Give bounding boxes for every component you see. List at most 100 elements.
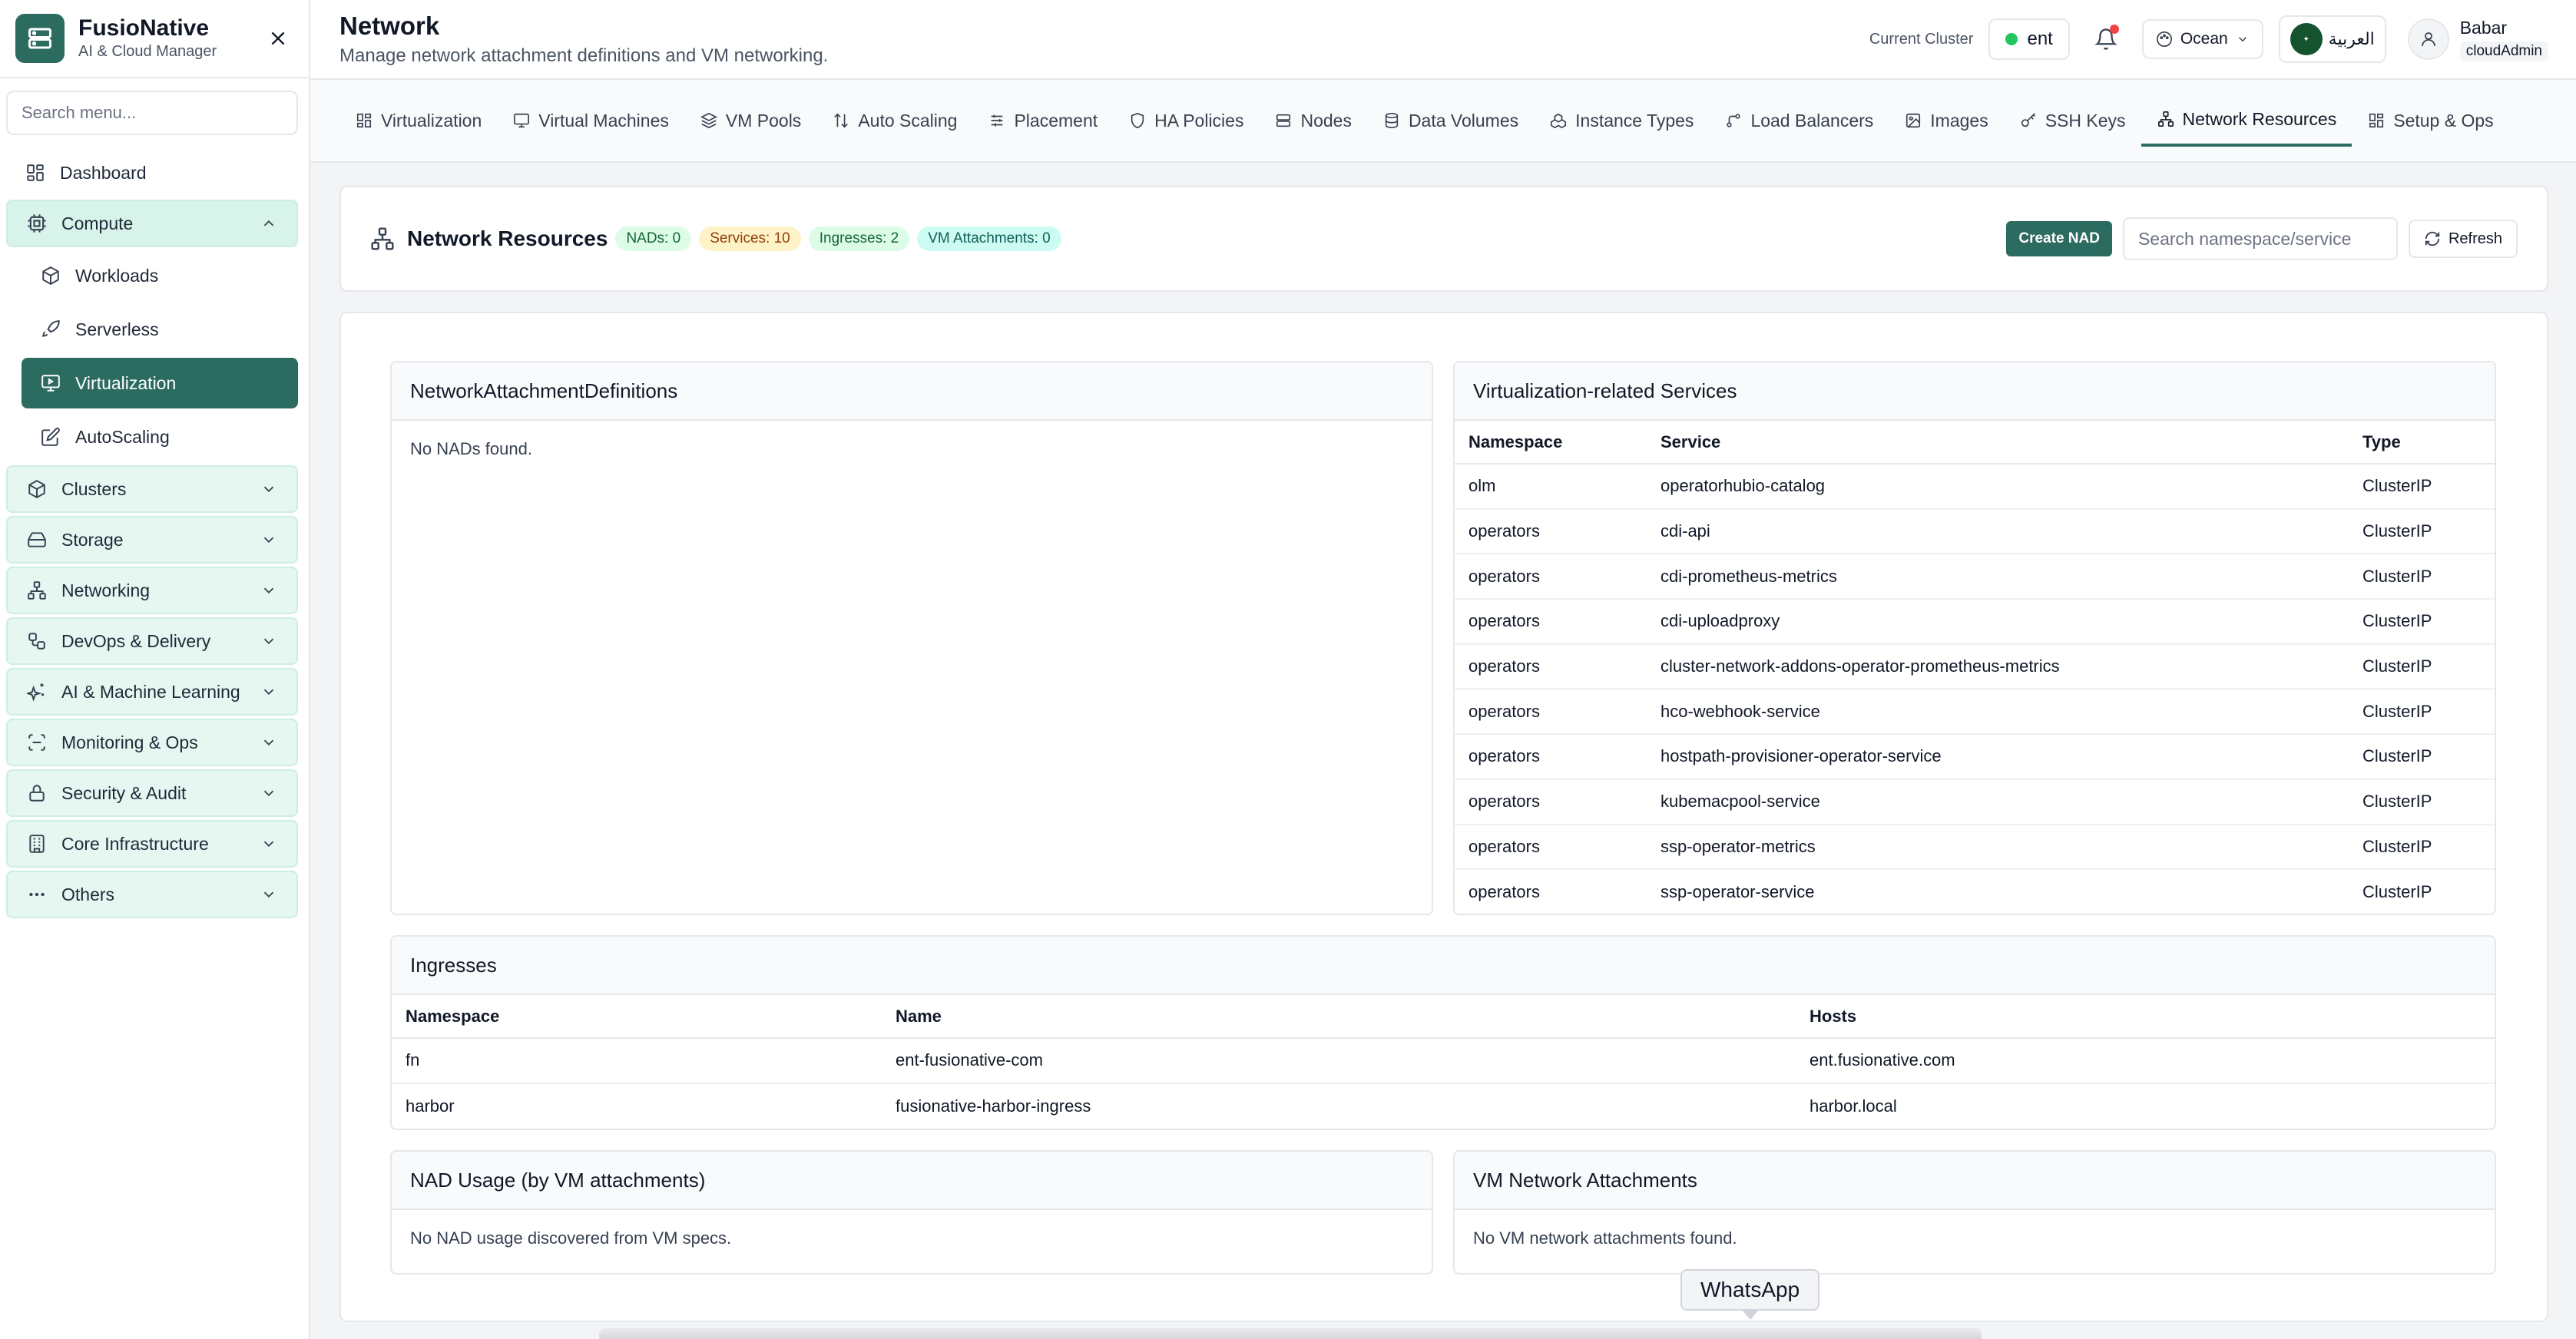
- tab-placement[interactable]: Placement: [972, 94, 1113, 147]
- language-switcher[interactable]: ✦ العربية: [2278, 15, 2386, 63]
- table-cell: fn: [392, 1038, 882, 1084]
- compute-submenu: Workloads Serverless Virtualization Auto…: [6, 250, 298, 462]
- sidebar-group-label: Clusters: [61, 478, 127, 499]
- tab-auto-scaling[interactable]: Auto Scaling: [816, 94, 972, 147]
- sidebar-group-ai-ml[interactable]: AI & Machine Learning: [6, 668, 298, 716]
- page-subtitle: Manage network attachment definitions an…: [339, 45, 829, 66]
- user-name: Babar: [2459, 17, 2508, 38]
- create-nad-button[interactable]: Create NAD: [2006, 221, 2112, 256]
- sidebar-item-serverless[interactable]: Serverless: [22, 304, 298, 355]
- sidebar-group-storage[interactable]: Storage: [6, 516, 298, 564]
- brand-name: FusioNative: [78, 15, 210, 41]
- sidebar-item-label: Dashboard: [60, 162, 147, 183]
- network-icon: [2157, 110, 2175, 128]
- tab-virtualization[interactable]: Virtualization: [339, 94, 497, 147]
- sidebar-item-workloads[interactable]: Workloads: [22, 250, 298, 301]
- tab-label: Setup & Ops: [2393, 110, 2494, 131]
- nad-usage-card: NAD Usage (by VM attachments) No NAD usa…: [390, 1150, 1433, 1275]
- search-menu-input[interactable]: [22, 103, 283, 123]
- table-row: operators hostpath-provisioner-operator-s…: [1455, 734, 2495, 780]
- network-icon: [370, 226, 395, 251]
- table-header-row: Namespace Service Type: [1455, 421, 2495, 465]
- table-cell: operators: [1468, 882, 1540, 902]
- layers-icon: [700, 111, 718, 130]
- grid-icon: [2367, 111, 2386, 130]
- sidebar-group-monitoring[interactable]: Monitoring & Ops: [6, 719, 298, 766]
- dock-edge: [599, 1328, 1982, 1339]
- sidebar-item-autoscaling[interactable]: AutoScaling: [22, 412, 298, 462]
- table-cell: hco-webhook-service: [1647, 689, 2349, 736]
- status-dot-icon: [2005, 33, 2018, 45]
- sidebar-group-security[interactable]: Security & Audit: [6, 769, 298, 817]
- close-icon[interactable]: [263, 23, 293, 54]
- tab-images[interactable]: Images: [1889, 94, 2003, 147]
- tab-instance-types[interactable]: Instance Types: [1534, 94, 1709, 147]
- sidebar-group-label: Others: [61, 884, 115, 904]
- tab-virtual-machines[interactable]: Virtual Machines: [497, 94, 684, 147]
- sidebar-group-label: Core Infrastructure: [61, 833, 209, 854]
- cluster-name: ent: [2027, 28, 2053, 49]
- tab-network-resources[interactable]: Network Resources: [2141, 94, 2353, 147]
- table-cell: operators: [1455, 779, 1647, 825]
- chevron-down-icon: [258, 580, 280, 601]
- table-cell: kubemacpool-service: [1647, 779, 2349, 825]
- dashboard-icon: [23, 160, 48, 185]
- ingresses-table: Namespace Name Hosts fn ent-fusionative-c…: [392, 995, 2495, 1128]
- tab-vm-pools[interactable]: VM Pools: [684, 94, 816, 147]
- sidebar-group-networking[interactable]: Networking: [6, 567, 298, 614]
- user-menu[interactable]: Babar cloudAdmin: [2407, 17, 2548, 61]
- user-avatar-icon: [2407, 18, 2449, 60]
- refresh-button[interactable]: Refresh: [2408, 220, 2518, 258]
- tab-content: Network Resources NADs: 0 Services: 10 I…: [310, 163, 2576, 1322]
- tab-ha-policies[interactable]: HA Policies: [1113, 94, 1259, 147]
- table-row: operators cluster-network-addons-operator…: [1455, 643, 2495, 690]
- card-title: Virtualization-related Services: [1455, 362, 2495, 421]
- table-cell: ClusterIP: [2349, 643, 2495, 690]
- theme-selector[interactable]: Ocean: [2141, 19, 2263, 59]
- tab-load-balancers[interactable]: Load Balancers: [1709, 94, 1889, 147]
- table-row: operators cdi-uploadproxy ClusterIP: [1455, 599, 2495, 645]
- sidebar-group-others[interactable]: Others: [6, 871, 298, 918]
- table-row: operators cdi-prometheus-metrics ClusterIP: [1455, 554, 2495, 600]
- vm-attachments-card: VM Network Attachments No VM network att…: [1453, 1150, 2496, 1275]
- chevron-down-icon: [258, 529, 280, 550]
- sidebar-group-compute[interactable]: Compute: [6, 200, 298, 247]
- services-table-body: olm operatorhubio-catalog ClusterIP operato…: [1455, 464, 2495, 914]
- monitor-icon: [512, 111, 531, 130]
- namespace-search-input[interactable]: [2137, 228, 2382, 250]
- table-cell: ClusterIP: [2362, 882, 2432, 902]
- refresh-icon: [2425, 231, 2440, 246]
- table-row: olm operatorhubio-catalog ClusterIP: [1455, 464, 2495, 510]
- chevron-down-icon: [258, 782, 280, 804]
- database-icon: [1382, 111, 1401, 130]
- table-cell: cluster-network-addons-operator-promethe…: [1647, 643, 2349, 690]
- notifications-button[interactable]: [2085, 18, 2127, 60]
- sidebar-search: [6, 91, 298, 135]
- nads-count-badge: NADs: 0: [615, 226, 692, 251]
- tab-setup-ops[interactable]: Setup & Ops: [2352, 94, 2508, 147]
- tab-data-volumes[interactable]: Data Volumes: [1367, 94, 1534, 147]
- cluster-selector[interactable]: ent: [1988, 18, 2070, 60]
- table-cell: ClusterIP: [2349, 824, 2495, 871]
- nads-card: NetworkAttachmentDefinitions No NADs fou…: [390, 361, 1433, 915]
- tab-ssh-keys[interactable]: SSH Keys: [2004, 94, 2141, 147]
- table-header-row: Namespace Name Hosts: [392, 995, 2495, 1039]
- tab-bar: Virtualization Virtual Machines VM Pools…: [310, 80, 2576, 163]
- sidebar-group-label: Security & Audit: [61, 782, 187, 803]
- chevron-down-icon: [258, 630, 280, 652]
- dock-tooltip: WhatsApp: [1680, 1269, 1820, 1320]
- namespace-search: [2122, 217, 2398, 260]
- sidebar-group-core-infra[interactable]: Core Infrastructure: [6, 820, 298, 868]
- sidebar-group-devops[interactable]: DevOps & Delivery: [6, 617, 298, 665]
- tab-nodes[interactable]: Nodes: [1259, 94, 1366, 147]
- column-header: Hosts: [1796, 995, 2495, 1039]
- chevron-down-icon: [258, 833, 280, 855]
- sidebar-item-virtualization[interactable]: Virtualization: [22, 358, 298, 408]
- sidebar-group-clusters[interactable]: Clusters: [6, 465, 298, 513]
- sidebar-item-label: Virtualization: [75, 372, 177, 393]
- brand-subtitle: AI & Cloud Manager: [78, 43, 217, 60]
- sidebar-item-dashboard[interactable]: Dashboard: [6, 149, 298, 197]
- language-label: العربية: [2328, 29, 2375, 48]
- vm-attachments-count-badge: VM Attachments: 0: [917, 226, 1061, 251]
- sparkles-icon: [25, 679, 49, 704]
